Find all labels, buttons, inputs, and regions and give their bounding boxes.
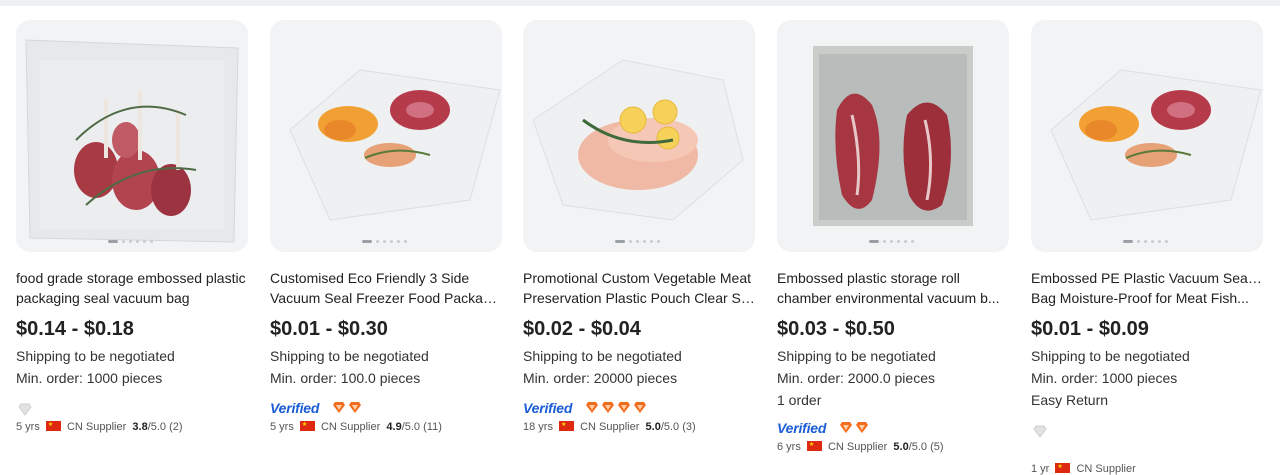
title-line: Embossed PE Plastic Vacuum Sealer bbox=[1031, 270, 1263, 286]
supplier-info[interactable]: 5 yrs ★ CN Supplier 4.9/5.0 (11) bbox=[270, 421, 442, 433]
supplier-info[interactable]: 5 yrs ★ CN Supplier 3.8/5.0 (2) bbox=[16, 421, 183, 433]
carousel-dots[interactable] bbox=[108, 238, 168, 244]
rating-suffix: /5.0 (3) bbox=[660, 421, 696, 433]
diamond-icon bbox=[1033, 425, 1047, 438]
supplier-rating: 3.8 bbox=[132, 421, 148, 433]
cn-flag-icon: ★ bbox=[806, 441, 822, 451]
shipping-text: Shipping to be negotiated bbox=[523, 348, 682, 364]
title-line: Vacuum Seal Freezer Food Packagi... bbox=[270, 290, 502, 306]
product-image[interactable] bbox=[777, 20, 1009, 252]
diamond-icon bbox=[840, 422, 852, 433]
product-title[interactable]: Customised Eco Friendly 3 Side Vacuum Se… bbox=[270, 268, 502, 308]
cn-flag-icon: ★ bbox=[45, 421, 61, 431]
product-title[interactable]: food grade storage embossed plastic pack… bbox=[16, 268, 248, 308]
supplier-type: CN Supplier bbox=[827, 441, 888, 453]
min-order: Min. order: 2000.0 pieces bbox=[777, 370, 935, 386]
supplier-rating: 5.0 bbox=[645, 421, 661, 433]
rating-suffix: /5.0 (2) bbox=[147, 421, 183, 433]
diamond-icon bbox=[602, 402, 614, 413]
supplier-years: 5 yrs bbox=[16, 421, 40, 433]
min-order: Min. order: 1000 pieces bbox=[16, 370, 163, 386]
title-line: packaging seal vacuum bag bbox=[16, 290, 190, 306]
cn-flag-icon: ★ bbox=[559, 421, 575, 431]
carousel-dots[interactable] bbox=[362, 238, 422, 244]
shipping-text: Shipping to be negotiated bbox=[16, 348, 175, 364]
carousel-dots[interactable] bbox=[615, 238, 675, 244]
verified-badge[interactable]: Verified bbox=[523, 400, 572, 416]
product-title[interactable]: Promotional Custom Vegetable Meat Preser… bbox=[523, 268, 755, 308]
price-range: $0.01 - $0.09 bbox=[1031, 318, 1149, 340]
title-line: Promotional Custom Vegetable Meat bbox=[523, 270, 752, 286]
carousel-dots[interactable] bbox=[869, 238, 929, 244]
supplier-years: 18 yrs bbox=[523, 421, 553, 433]
supplier-years: 5 yrs bbox=[270, 421, 294, 433]
title-line: food grade storage embossed plastic bbox=[16, 270, 246, 286]
supplier-type: CN Supplier bbox=[580, 421, 640, 433]
min-order: Min. order: 100.0 pieces bbox=[270, 370, 421, 386]
shipping-text: Shipping to be negotiated bbox=[270, 348, 429, 364]
product-image[interactable] bbox=[1031, 20, 1263, 252]
easy-return-label: Easy Return bbox=[1031, 392, 1109, 408]
supplier-type: CN Supplier bbox=[1076, 463, 1136, 475]
title-line: Embossed plastic storage roll bbox=[777, 270, 960, 286]
supplier-type: CN Supplier bbox=[66, 421, 127, 433]
product-title[interactable]: Embossed plastic storage roll chamber en… bbox=[777, 268, 1009, 308]
supplier-years: 6 yrs bbox=[777, 441, 801, 453]
carousel-dots[interactable] bbox=[1123, 238, 1183, 244]
verified-badge[interactable]: Verified bbox=[270, 400, 319, 416]
price-range: $0.03 - $0.50 bbox=[777, 318, 895, 340]
title-line: Bag Moisture-Proof for Meat Fish... bbox=[1031, 290, 1249, 306]
supplier-years: 1 yr bbox=[1031, 463, 1050, 475]
title-line: chamber environmental vacuum b... bbox=[777, 290, 1000, 306]
price-range: $0.02 - $0.04 bbox=[523, 318, 641, 340]
supplier-type: CN Supplier bbox=[320, 421, 381, 433]
product-image[interactable] bbox=[270, 20, 502, 252]
rating-suffix: /5.0 (5) bbox=[908, 441, 944, 453]
supplier-info[interactable]: 1 yr ★ CN Supplier bbox=[1031, 463, 1136, 475]
product-image[interactable] bbox=[16, 20, 248, 252]
shipping-text: Shipping to be negotiated bbox=[1031, 348, 1190, 364]
cn-flag-icon: ★ bbox=[299, 421, 315, 431]
min-order: Min. order: 1000 pieces bbox=[1031, 370, 1178, 386]
price-range: $0.14 - $0.18 bbox=[16, 318, 134, 340]
rating-suffix: /5.0 (11) bbox=[401, 421, 442, 433]
orders-count: 1 order bbox=[777, 392, 822, 408]
diamond-icon bbox=[586, 402, 598, 413]
title-line: Customised Eco Friendly 3 Side bbox=[270, 270, 470, 286]
supplier-info[interactable]: 18 yrs ★ CN Supplier 5.0/5.0 (3) bbox=[523, 421, 696, 433]
diamond-icon bbox=[634, 402, 646, 413]
min-order: Min. order: 20000 pieces bbox=[523, 370, 678, 386]
title-line: Preservation Plastic Pouch Clear Se... bbox=[523, 290, 755, 306]
diamond-icon bbox=[18, 403, 32, 416]
diamond-icon bbox=[856, 422, 868, 433]
cn-flag-icon: ★ bbox=[1055, 463, 1071, 473]
supplier-rating: 5.0 bbox=[893, 441, 909, 453]
diamond-icon bbox=[333, 402, 345, 413]
top-divider bbox=[0, 0, 1280, 6]
supplier-rating: 4.9 bbox=[386, 421, 402, 433]
supplier-info[interactable]: 6 yrs ★ CN Supplier 5.0/5.0 (5) bbox=[777, 441, 944, 453]
product-image[interactable] bbox=[523, 20, 755, 252]
price-range: $0.01 - $0.30 bbox=[270, 318, 388, 340]
verified-badge[interactable]: Verified bbox=[777, 420, 826, 436]
diamond-icon bbox=[618, 402, 630, 413]
shipping-text: Shipping to be negotiated bbox=[777, 348, 936, 364]
diamond-icon bbox=[349, 402, 361, 413]
product-title[interactable]: Embossed PE Plastic Vacuum Sealer Bag Mo… bbox=[1031, 268, 1263, 308]
